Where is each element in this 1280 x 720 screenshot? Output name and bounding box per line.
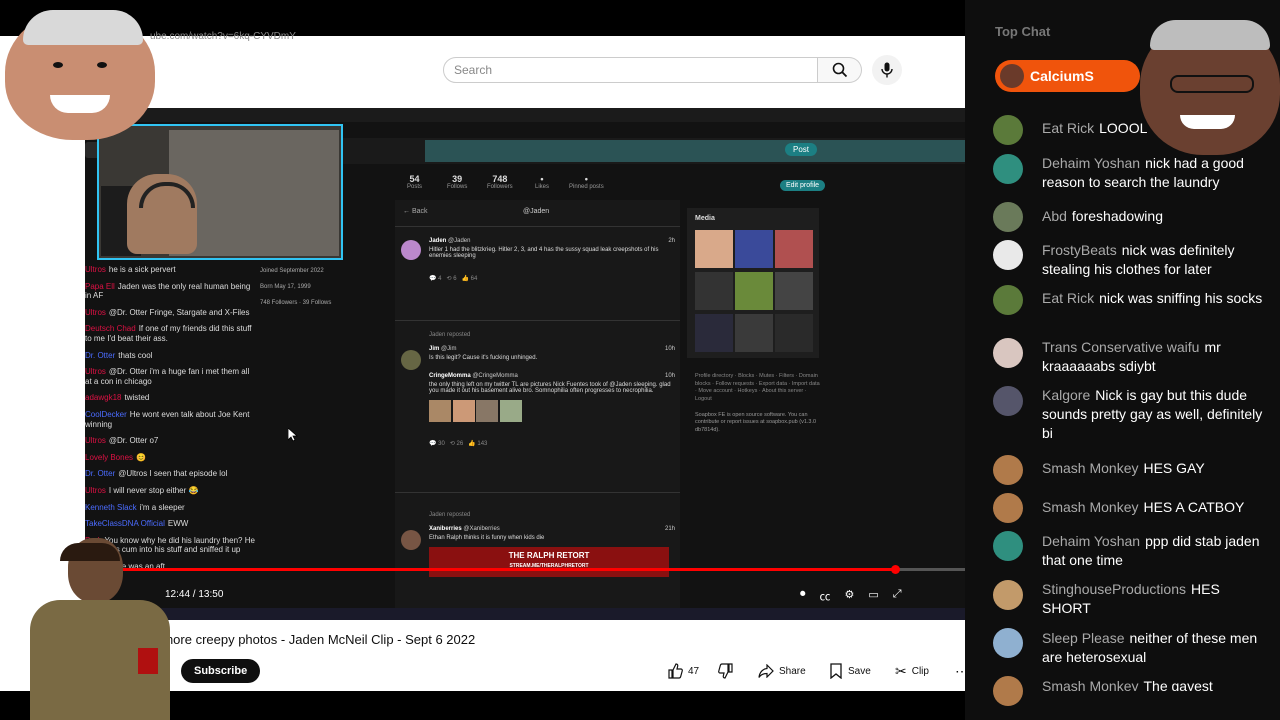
- subscribe-button[interactable]: Subscribe: [181, 659, 261, 683]
- inner-profile-banner: [425, 140, 965, 162]
- avatar: [993, 580, 1023, 610]
- fullscreen-icon[interactable]: ⤢: [893, 588, 902, 604]
- overlay-figure-uniform: [20, 538, 175, 720]
- chat-message: Sleep Please neither of these men are het…: [1042, 630, 1258, 665]
- webcam-overlay: [97, 124, 343, 260]
- stream-chat-message: Deutsch Chad If one of my friends did thi…: [85, 324, 252, 343]
- tweet: Jaden reposted Jim @Jim 10h Is this legi…: [401, 332, 675, 447]
- stream-chat-message: adawgk18 twisted: [85, 393, 150, 403]
- stat-follows: 39 Follows: [447, 174, 468, 190]
- chat-message: Dehaim Yoshan nick had a good reason to s…: [1042, 155, 1244, 190]
- video-player[interactable]: Post Edit profile 54 Posts 39 Follows 748 F…: [85, 108, 965, 620]
- profile-handle: @Jaden: [523, 208, 550, 215]
- share-icon: [758, 664, 774, 678]
- progress-played: [85, 568, 897, 571]
- mouse-cursor-icon: [288, 428, 298, 442]
- avatar: [993, 386, 1023, 416]
- overlay-face-left: [5, 10, 155, 140]
- stream-chat-message: Lovely Bones 😊: [85, 452, 146, 462]
- inner-edit-profile: Edit profile: [780, 180, 826, 191]
- avatar: [993, 240, 1023, 270]
- search-icon: [832, 62, 847, 78]
- chat-message: StinghouseProductions HES SHORT: [1042, 581, 1220, 616]
- stream-chat-message: Ultros he is a sick pervert: [85, 265, 176, 274]
- stat-likes: • Likes: [535, 174, 550, 190]
- back-link: ← Back: [403, 208, 428, 215]
- chat-message: Abd foreshadowing: [1042, 208, 1163, 224]
- sidebar-links: Profile directory · Blocks · Mutes · Fil…: [695, 373, 820, 434]
- bookmark-icon: [830, 663, 842, 679]
- stream-chat-message: Ultros I will never stop either 😂: [85, 485, 199, 495]
- media-panel: Media: [687, 208, 819, 358]
- clip-button[interactable]: ✂ Clip: [895, 659, 929, 683]
- player-controls: ⏺ ㏄ ⚙ ▭ ⤢: [800, 588, 902, 604]
- chat-message: FrostyBeats nick was definitely stealing …: [1042, 242, 1235, 277]
- search-input[interactable]: Search: [443, 57, 818, 83]
- url-bar[interactable]: ube.com/watch?v=6kq-CYVDmY: [150, 31, 296, 42]
- avatar: [993, 493, 1023, 523]
- video-title: es more creepy photos - Jaden McNeil Cli…: [145, 632, 476, 647]
- search-button[interactable]: [818, 57, 862, 83]
- stream-chat-message: Ultros @Dr. Otter o7: [85, 436, 159, 446]
- inner-taskbar: [85, 608, 965, 620]
- stat-posts: 54 Posts: [407, 174, 423, 190]
- stat-followers: 748 Followers: [487, 174, 513, 190]
- avatar: [993, 285, 1023, 315]
- media-label: Media: [695, 215, 715, 222]
- chat-message: Trans Conservative waifu mr kraaaaaabs sd…: [1042, 339, 1221, 374]
- stream-chat-message: CoolDecker He wont even talk about Joe Ke…: [85, 409, 250, 429]
- avatar: [993, 338, 1023, 368]
- theater-mode-icon[interactable]: ▭: [868, 588, 878, 604]
- like-count: 47: [688, 665, 700, 677]
- chat-message: Smash Monkey The gayest: [1042, 678, 1213, 691]
- chat-message: Dehaim Yoshan ppp did stab jaden that one…: [1042, 533, 1260, 568]
- like-button[interactable]: 47: [667, 659, 699, 683]
- stat-pinned: • Pinned posts: [569, 174, 604, 190]
- stream-chat-message: Kenneth Slack i'm a sleeper: [85, 502, 185, 512]
- stream-chat-message: Dr. Otter thats cool: [85, 350, 153, 360]
- autoplay-toggle[interactable]: ⏺: [800, 588, 806, 604]
- avatar: [993, 202, 1023, 232]
- progress-scrubber[interactable]: [891, 565, 900, 574]
- scissors-icon: ✂: [895, 662, 907, 679]
- chat-message: Kalgore Nick is gay but this dude sounds …: [1042, 387, 1263, 441]
- overlay-face-right: [1140, 20, 1280, 155]
- stream-chat: Ultros he is a sick pervert Papa Ell Jaden…: [85, 265, 255, 578]
- stream-chat-message: Dr. Otter @Ultros I seen that episode lol: [85, 469, 228, 479]
- stream-chat-message: Ultros @Dr. Otter Fringe, Stargate and X-…: [85, 307, 250, 317]
- save-button[interactable]: Save: [829, 659, 871, 683]
- tweet: Jaden @Jaden 2h Hitler 1 had the blitzkr…: [401, 238, 675, 282]
- avatar: [1000, 64, 1024, 88]
- avatar: [993, 628, 1023, 658]
- inner-browser-tabs: [85, 108, 965, 122]
- thumbs-up-icon: [668, 663, 683, 679]
- avatar: [993, 676, 1023, 706]
- chat-message: Eat Rick nick was sniffing his socks: [1042, 290, 1263, 306]
- microphone-icon: [881, 62, 893, 78]
- thumbs-down-icon: [718, 663, 733, 679]
- pinned-donor-badge[interactable]: CalciumS: [995, 60, 1140, 92]
- share-button[interactable]: Share: [758, 659, 806, 683]
- captions-icon[interactable]: ㏄: [820, 588, 831, 604]
- profile-meta: Joined September 2022 Born May 17, 1999 …: [260, 268, 332, 306]
- timeline-column: ← Back @Jaden Jaden @Jaden 2h Hitler 1 h…: [395, 200, 680, 620]
- avatar: [993, 455, 1023, 485]
- chat-message: Smash Monkey HES A CATBOY: [1042, 499, 1245, 515]
- avatar: [993, 531, 1023, 561]
- settings-icon[interactable]: ⚙: [845, 588, 855, 604]
- stream-banner: THE RALPH RETORT STREAM.ME/THERALPHRETORT: [429, 547, 669, 577]
- stream-chat-message: Ultros @Dr. Otter i'm a huge fan i met th…: [85, 367, 250, 386]
- chat-mode-label[interactable]: Top Chat: [995, 24, 1050, 39]
- avatar: [993, 115, 1023, 145]
- stream-chat-message: TakeClassDNA Official EWW: [85, 519, 189, 529]
- avatar: [993, 154, 1023, 184]
- search-placeholder: Search: [454, 63, 493, 77]
- chat-message: Smash Monkey HES GAY: [1042, 460, 1205, 476]
- dislike-button[interactable]: [718, 659, 734, 683]
- stream-chat-message: Papa Ell Jaden was the only real human be…: [85, 281, 251, 301]
- voice-search-button[interactable]: [872, 55, 902, 85]
- inner-post-button: Post: [785, 143, 818, 156]
